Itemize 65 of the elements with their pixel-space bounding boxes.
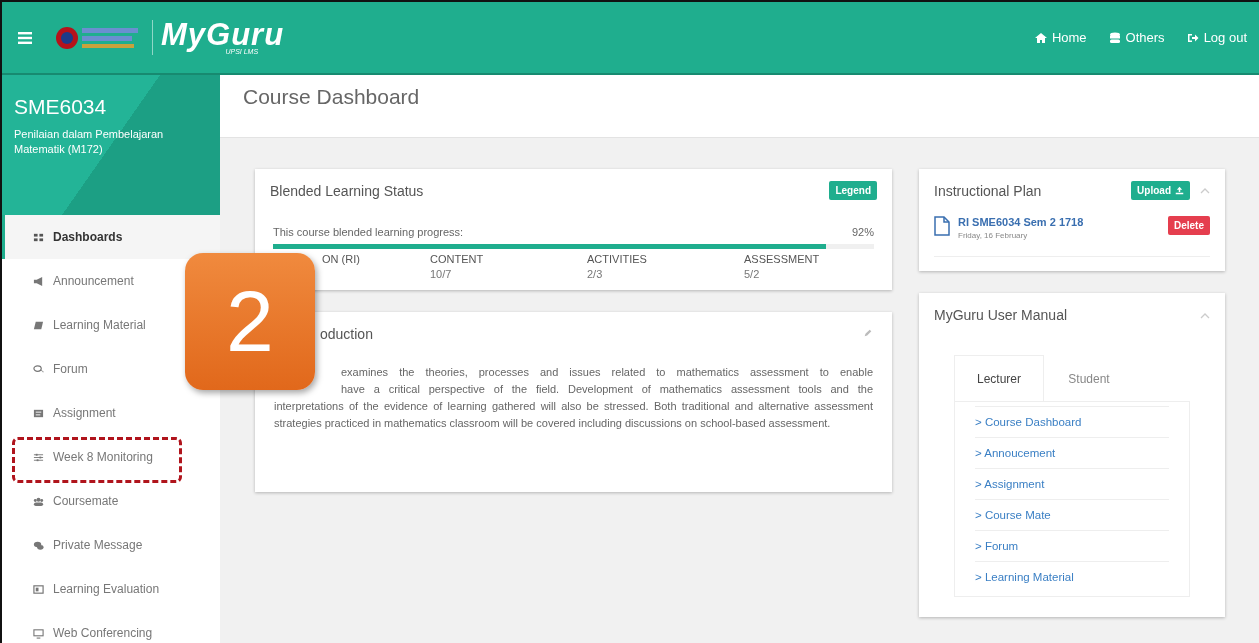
card-title: Instructional Plan bbox=[934, 182, 1042, 199]
manual-link[interactable]: > Assignment bbox=[975, 468, 1169, 499]
stat-value: 10/7 bbox=[430, 268, 453, 280]
stat-label: ACTIVITIES bbox=[587, 253, 648, 265]
sidebar-item[interactable]: Assignment bbox=[2, 391, 130, 435]
chat-bubbles-icon bbox=[33, 539, 44, 551]
upload-button[interactable]: Upload bbox=[1131, 181, 1190, 200]
sidebar-item[interactable]: Web Conferencing bbox=[2, 611, 167, 643]
brand-logo-text: MyGuru bbox=[161, 20, 285, 50]
stat-value: 2/3 bbox=[587, 268, 604, 280]
sidebar-item[interactable]: Learning Material bbox=[2, 303, 160, 347]
card-title: MyGuru User Manual bbox=[934, 307, 1068, 323]
list-icon bbox=[33, 407, 44, 419]
grid-icon bbox=[33, 231, 44, 243]
sidebar-item[interactable]: Dashboards bbox=[2, 215, 220, 259]
course-name: Penilaian dalam Pembelajaran Matematik (M172) bbox=[14, 127, 164, 157]
stat-label: CONTENT bbox=[430, 253, 485, 265]
file-link[interactable]: RI SME6034 Sem 2 1718 bbox=[958, 216, 1084, 228]
home-icon bbox=[1034, 31, 1047, 44]
course-code: SME6034 bbox=[14, 95, 108, 119]
database-icon bbox=[1108, 31, 1121, 44]
sidebar-item[interactable]: Private Message bbox=[2, 523, 157, 567]
page-title: Course Dashboard bbox=[220, 75, 1259, 138]
nav-link[interactable]: Log out bbox=[1186, 30, 1247, 45]
chevron-up-icon bbox=[1200, 187, 1210, 194]
description-line: have a critical perspective of the field. Development of mathematics assessment tools and the bbox=[340, 382, 873, 397]
file-date: Friday, 16 February bbox=[958, 231, 1029, 240]
card-icon bbox=[33, 583, 44, 595]
manual-link[interactable]: > Forum bbox=[975, 530, 1169, 561]
stat-value: 5/2 bbox=[744, 268, 761, 280]
logout-icon bbox=[1186, 31, 1199, 44]
chevron-up-icon bbox=[1200, 311, 1210, 319]
stat-label: ON (RI) bbox=[322, 253, 361, 265]
menu-icon bbox=[18, 31, 32, 44]
monitor-icon bbox=[33, 627, 44, 639]
manual-link[interactable]: > Course Dashboard bbox=[975, 406, 1169, 437]
users-icon bbox=[33, 495, 44, 507]
stat-label: ASSESSMENT bbox=[744, 253, 821, 265]
card-title: oduction bbox=[319, 326, 373, 342]
step-number-callout: 2 bbox=[185, 253, 315, 390]
card-title: Blended Learning Status bbox=[270, 182, 424, 199]
pencil-icon bbox=[863, 328, 873, 338]
tab[interactable]: Student bbox=[1044, 355, 1134, 401]
sidebar-item[interactable]: Week 8 Monitoring bbox=[2, 435, 167, 479]
progress-percent: 92% bbox=[851, 226, 874, 238]
progress-label: This course blended learning progress: bbox=[273, 226, 464, 238]
description-line: examines the theories, processes and issues related to mathematics assessment to enable bbox=[340, 365, 873, 380]
megaphone-icon bbox=[33, 275, 44, 287]
nav-link[interactable]: Others bbox=[1108, 30, 1165, 45]
upload-icon bbox=[1175, 186, 1184, 195]
sidebar-item[interactable]: Announcement bbox=[2, 259, 148, 303]
sidebar-item[interactable]: Coursemate bbox=[2, 479, 133, 523]
sidebar-item[interactable]: Forum bbox=[2, 347, 102, 391]
book-icon bbox=[33, 319, 44, 331]
sliders-icon bbox=[33, 451, 44, 463]
description-text: interpretations of the evidence of learning gathered will also be stressed. Both traditional and alternative assessment strategies practiced in mathematics classroom will be covered including discussions on school-based assessment. bbox=[274, 399, 873, 431]
delete-button[interactable]: Delete bbox=[1168, 216, 1210, 235]
legend-button[interactable]: Legend bbox=[829, 181, 877, 200]
manual-link[interactable]: > Learning Material bbox=[975, 561, 1169, 592]
tab[interactable]: Lecturer bbox=[954, 355, 1044, 401]
sidebar-item[interactable]: Learning Evaluation bbox=[2, 567, 174, 611]
manual-link[interactable]: > Course Mate bbox=[975, 499, 1169, 530]
nav-link[interactable]: Home bbox=[1034, 30, 1087, 45]
document-icon bbox=[934, 216, 950, 236]
manual-link[interactable]: > Annoucement bbox=[975, 437, 1169, 468]
